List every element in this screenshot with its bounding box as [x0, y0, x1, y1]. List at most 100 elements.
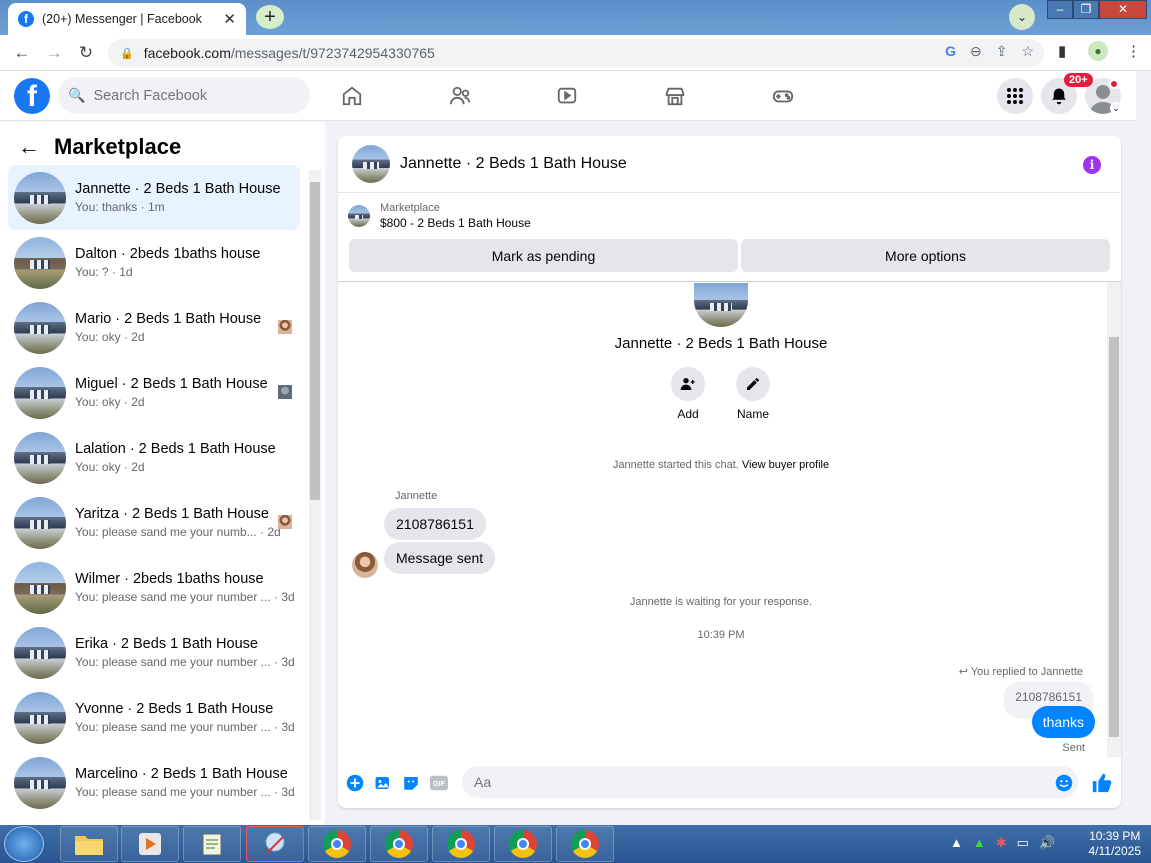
add-person-action[interactable]: Add — [663, 367, 713, 421]
sticker-icon[interactable] — [402, 774, 420, 792]
conversation-name: Dalton · 2beds 1baths house — [75, 246, 261, 262]
search-input[interactable] — [93, 87, 294, 104]
gaming-icon[interactable] — [768, 81, 798, 111]
lock-icon[interactable]: 🔒 — [120, 47, 134, 60]
conversation-preview: You: please sand me your number ... · 3d — [75, 785, 295, 799]
thread-scrollbar[interactable] — [1107, 282, 1121, 757]
forward-arrow-icon[interactable]: → — [42, 41, 66, 65]
message-thread: Jannette · 2 Beds 1 Bath House Add Name … — [338, 283, 1121, 754]
conversation-item[interactable]: Wilmer · 2beds 1baths house You: please s… — [8, 555, 300, 620]
show-hidden-icons-arrow-icon[interactable]: ▲ — [950, 835, 963, 851]
conversation-preview: You: please sand me your number ... · 3d — [75, 655, 295, 669]
chat-avatar[interactable] — [352, 145, 390, 183]
chrome-profile-taskbar-icon[interactable] — [556, 826, 614, 862]
conversation-item[interactable]: Yvonne · 2 Beds 1 Bath House You: please … — [8, 685, 300, 750]
conversation-item[interactable]: Dalton · 2beds 1baths house You: ? · 1d — [8, 230, 300, 295]
restore-button[interactable]: ❐ — [1073, 0, 1099, 19]
scrollbar-thumb[interactable] — [1109, 337, 1119, 737]
google-lens-icon[interactable]: G — [945, 43, 956, 60]
emoji-icon[interactable] — [1055, 774, 1073, 792]
media-player-icon[interactable] — [121, 826, 179, 862]
watch-video-icon[interactable] — [552, 81, 582, 111]
sender-name: Jannette — [395, 490, 438, 502]
minimize-button[interactable]: – — [1047, 0, 1073, 19]
close-window-button[interactable]: ✕ — [1099, 0, 1147, 19]
conversation-preview: You: oky · 2d — [75, 395, 145, 409]
gif-icon[interactable]: GIF — [430, 774, 448, 792]
thumbs-up-icon[interactable] — [1091, 772, 1113, 794]
conversation-name: Wilmer · 2beds 1baths house — [75, 571, 264, 587]
more-actions-plus-icon[interactable] — [346, 774, 364, 792]
listing-info[interactable]: Marketplace $800 - 2 Beds 1 Bath House — [348, 202, 531, 230]
snipping-tool-icon[interactable] — [246, 826, 304, 862]
back-arrow-icon[interactable]: ← — [18, 134, 40, 160]
conversation-name: Yaritza · 2 Beds 1 Bath House — [75, 506, 269, 522]
chrome-taskbar-icon[interactable] — [308, 826, 366, 862]
conversation-item[interactable]: Yaritza · 2 Beds 1 Bath House You: please… — [8, 490, 300, 555]
browser-tab[interactable]: f (20+) Messenger | Facebook ✕ — [8, 3, 246, 35]
conversation-preview: You: please sand me your number ... · 3d — [75, 720, 295, 734]
search-box[interactable]: 🔍 — [58, 77, 310, 114]
seen-avatar — [278, 385, 292, 399]
back-arrow-icon[interactable]: ← — [10, 41, 34, 65]
facebook-header: f 🔍 ⌄ — [0, 71, 1136, 121]
chrome-profile-taskbar-icon[interactable] — [494, 826, 552, 862]
profile-icon[interactable]: ● — [1088, 41, 1108, 61]
notepad-icon[interactable] — [183, 826, 241, 862]
more-options-button[interactable]: More options — [741, 239, 1110, 272]
mark-as-pending-button[interactable]: Mark as pending — [349, 239, 738, 272]
windows-taskbar: ▲ ▲ ✱ ▭ 🔊 10:39 PM 4/11/2025 — [0, 825, 1151, 863]
menu-kebab-icon[interactable]: ⋮ — [1126, 42, 1141, 60]
conversation-item[interactable]: Miguel · 2 Beds 1 Bath House You: oky · 2… — [8, 360, 300, 425]
listing-thumbnail — [14, 626, 66, 679]
side-panel-icon[interactable]: ▮ — [1058, 42, 1066, 60]
volume-icon[interactable]: 🔊 — [1039, 835, 1055, 851]
clock-time: 10:39 PM — [1089, 829, 1141, 843]
conversation-item[interactable]: Marcelino · 2 Beds 1 Bath House You: plea… — [8, 750, 300, 815]
conversation-preview: You: oky · 2d — [75, 460, 145, 474]
attach-photo-icon[interactable] — [374, 774, 392, 792]
conversation-list-scrollbar[interactable] — [309, 170, 321, 820]
sender-avatar[interactable] — [352, 552, 378, 578]
incoming-message[interactable]: Message sent — [384, 542, 496, 574]
zoom-icon[interactable]: ⊖ — [970, 43, 982, 60]
message-input[interactable] — [462, 766, 1078, 798]
tray-app-icon[interactable]: ▲ — [973, 835, 986, 851]
start-button[interactable] — [4, 826, 44, 862]
tab-search-chevron-icon[interactable]: ⌄ — [1009, 4, 1035, 30]
view-buyer-profile-link[interactable]: View buyer profile — [742, 459, 829, 471]
incoming-message[interactable]: 2108786151 — [384, 508, 486, 540]
friends-icon[interactable] — [445, 81, 475, 111]
conversation-preview: You: oky · 2d — [75, 330, 145, 344]
facebook-logo-icon[interactable]: f — [14, 78, 50, 114]
conversation-item[interactable]: Lalation · 2 Beds 1 Bath House You: oky ·… — [8, 425, 300, 490]
home-icon[interactable] — [337, 81, 367, 111]
window-controls: – ❐ ✕ — [1047, 0, 1147, 19]
conversation-preview: You: thanks · 1m — [75, 200, 165, 214]
url-bar[interactable]: 🔒 facebook.com/messages/t/97237429543307… — [108, 39, 1044, 67]
reload-icon[interactable]: ↻ — [74, 41, 98, 65]
new-tab-button[interactable]: + — [256, 5, 284, 29]
conversation-item[interactable]: Jannette · 2 Beds 1 Bath House You: thank… — [8, 165, 300, 230]
outgoing-message[interactable]: thanks — [1031, 706, 1095, 738]
chrome-profile-taskbar-icon[interactable] — [370, 826, 428, 862]
system-clock[interactable]: 10:39 PM 4/11/2025 — [1089, 829, 1142, 859]
menu-grid-icon[interactable] — [997, 78, 1033, 114]
marketplace-icon[interactable] — [660, 81, 690, 111]
bookmark-star-icon[interactable]: ☆ — [1021, 43, 1034, 60]
tab-close-icon[interactable]: ✕ — [223, 10, 236, 28]
edit-name-action[interactable]: Name — [728, 367, 778, 421]
tray-app-icon[interactable]: ✱ — [996, 835, 1007, 851]
chrome-profile-taskbar-icon[interactable] — [432, 826, 490, 862]
scrollbar-thumb[interactable] — [310, 182, 320, 500]
chat-title[interactable]: Jannette · 2 Beds 1 Bath House — [400, 155, 627, 173]
account-chevron-icon[interactable]: ⌄ — [1110, 102, 1122, 114]
conversation-name: Miguel · 2 Beds 1 Bath House — [75, 376, 268, 392]
conversation-item[interactable]: Erika · 2 Beds 1 Bath House You: please s… — [8, 620, 300, 685]
share-icon[interactable]: ⇪ — [996, 43, 1008, 60]
replied-to-text: You replied to Jannette — [970, 666, 1083, 678]
info-icon[interactable]: i — [1083, 156, 1101, 174]
file-explorer-icon[interactable] — [60, 826, 118, 862]
conversation-item[interactable]: Mario · 2 Beds 1 Bath House You: oky · 2d — [8, 295, 300, 360]
network-icon[interactable]: ▭ — [1017, 835, 1029, 851]
